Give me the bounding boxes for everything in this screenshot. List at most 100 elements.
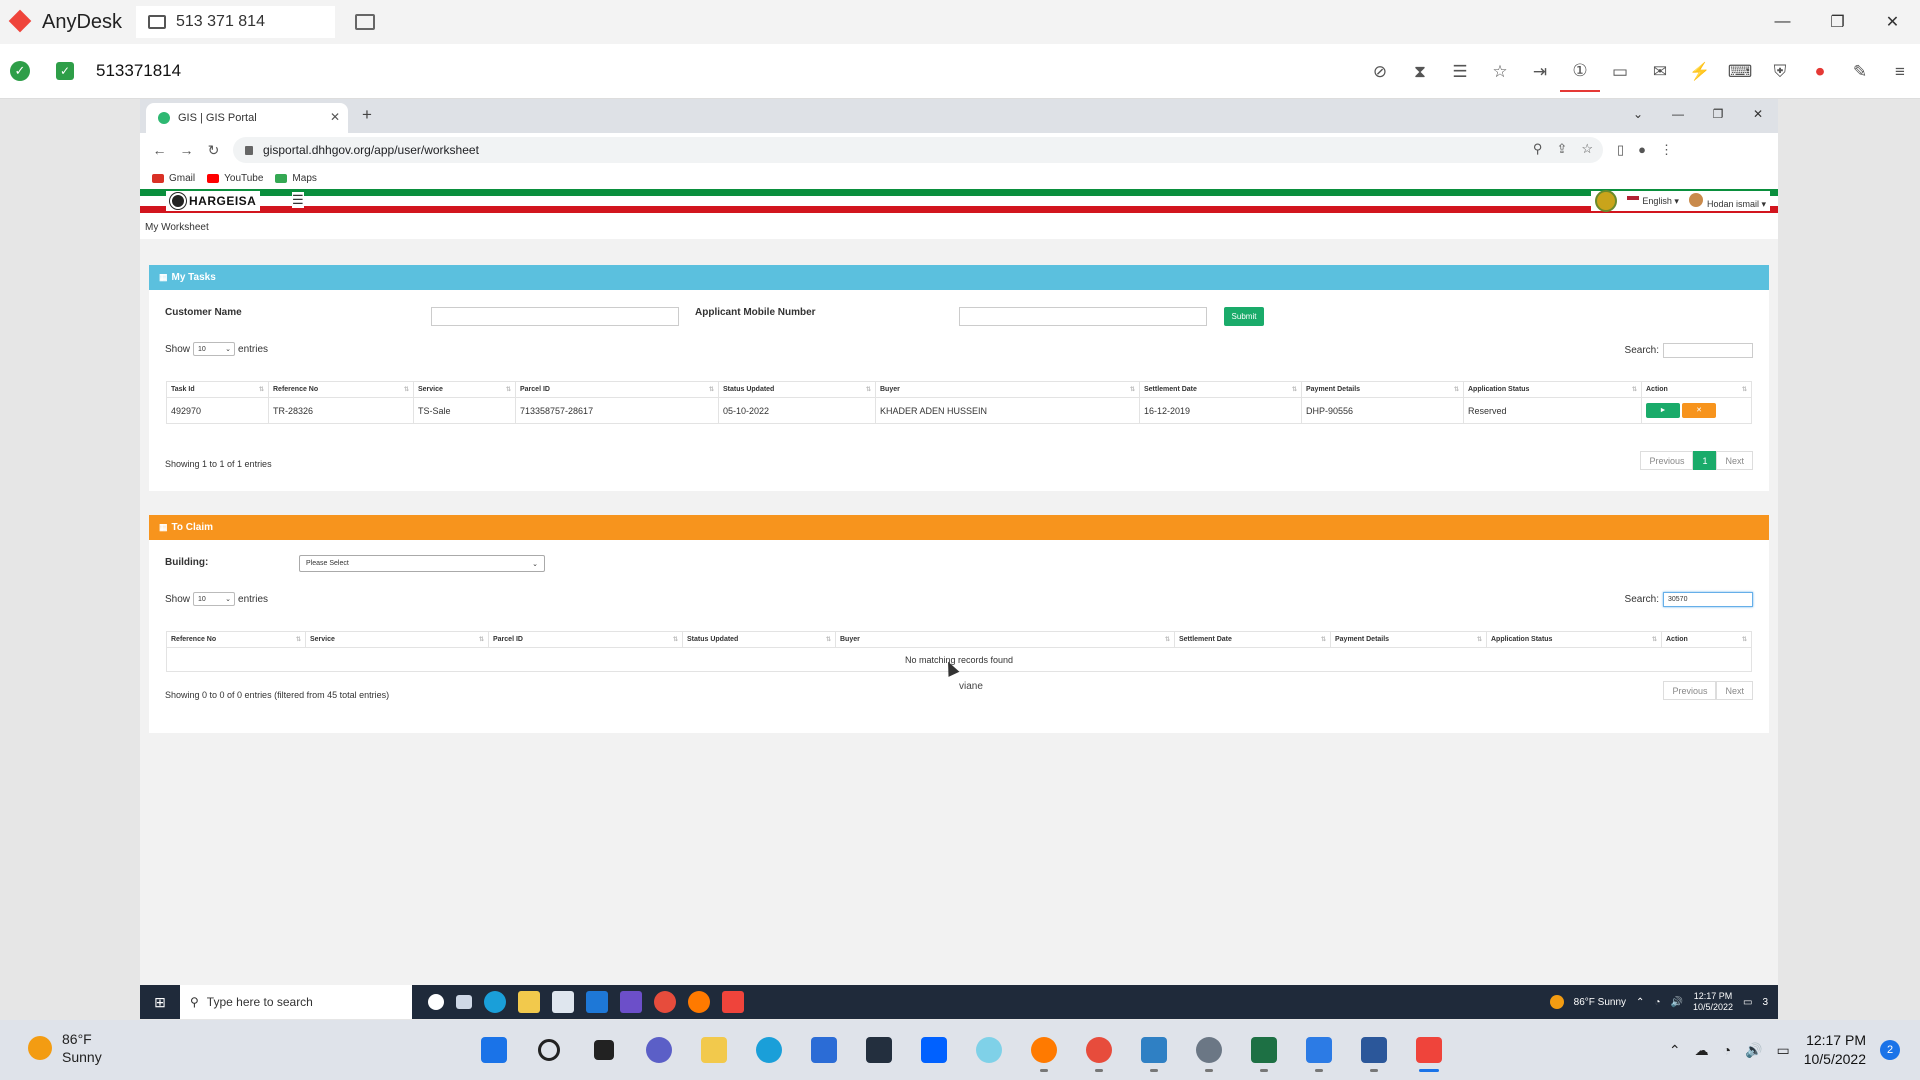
volume-icon[interactable]: 🔊 [1745, 1042, 1762, 1059]
notification-badge[interactable]: 2 [1880, 1040, 1900, 1060]
chrome-tab[interactable]: GIS | GIS Portal ✕ [146, 103, 348, 133]
chrome-minimize-button[interactable]: — [1658, 99, 1698, 129]
hourglass-icon[interactable]: ⧗ [1400, 52, 1440, 92]
address-bar[interactable]: gisportal.dhhgov.org/app/user/worksheet … [233, 137, 1603, 163]
page-size-select[interactable]: 10 ⌄ [193, 342, 236, 356]
network-icon[interactable]: ◔ [1654, 997, 1660, 1008]
page-1-button[interactable]: 1 [1693, 451, 1717, 470]
submit-button[interactable]: Submit [1224, 307, 1264, 326]
notepad-button[interactable] [1299, 1030, 1339, 1072]
zoom-icon[interactable]: ⚲ [1533, 141, 1543, 157]
column-header[interactable]: Settlement Date ⇅ [1174, 631, 1331, 648]
column-header[interactable]: Payment Details ⇅ [1330, 631, 1487, 648]
display-icon[interactable]: ▭ [1600, 52, 1640, 92]
column-header[interactable]: Settlement Date ⇅ [1139, 381, 1302, 398]
hamburger-menu-icon[interactable]: ☰ [292, 192, 304, 208]
gis-logo[interactable]: HARGEISA [166, 191, 261, 211]
tray-chevron-icon[interactable]: ⌃ [1669, 1042, 1681, 1059]
mobile-number-input[interactable] [959, 307, 1207, 326]
battery-icon[interactable]: ▭ [1776, 1042, 1789, 1059]
windows-start-icon[interactable]: ⊞ [140, 985, 180, 1019]
file-explorer-button[interactable] [694, 1030, 734, 1070]
taskbar-search[interactable]: ⚲ Type here to search [180, 985, 412, 1019]
app-icon[interactable] [620, 991, 642, 1013]
onedrive-icon[interactable]: ☁ [1695, 1042, 1709, 1059]
chat-icon[interactable]: ✉ [1640, 52, 1680, 92]
column-header[interactable]: Parcel ID ⇅ [488, 631, 683, 648]
edge-icon[interactable] [484, 991, 506, 1013]
back-icon[interactable]: ← [146, 137, 173, 164]
bookmark-maps[interactable]: Maps [275, 173, 317, 184]
remote-clock[interactable]: 12:17 PM 10/5/2022 [1693, 991, 1733, 1013]
language-selector[interactable]: English ▾ [1627, 195, 1679, 207]
remote-screen[interactable]: GIS | GIS Portal ✕ + ⌄ — ❐ ✕ ← → ↻ gispo… [140, 99, 1778, 1019]
wifi-icon[interactable]: ◔ [1723, 1042, 1731, 1058]
chrome-icon[interactable] [654, 991, 676, 1013]
clock[interactable]: 12:17 PM 10/5/2022 [1804, 1031, 1866, 1069]
forward-icon[interactable]: → [173, 137, 200, 164]
building-select[interactable]: Please Select ⌄ [299, 555, 545, 572]
bookmark-gmail[interactable]: Gmail [152, 173, 195, 184]
mail-icon[interactable] [586, 991, 608, 1013]
tab-search-icon[interactable]: ⌄ [1618, 99, 1658, 129]
bookmark-star-icon[interactable]: ☆ [1581, 141, 1593, 157]
weather-widget[interactable]: 86°F Sunny [28, 1030, 102, 1066]
whiteboard-icon[interactable]: ✎ [1840, 52, 1880, 92]
process-button[interactable]: ► [1646, 403, 1680, 418]
new-session-icon[interactable] [355, 14, 375, 30]
task-view-button[interactable] [584, 1030, 624, 1070]
actions-icon[interactable]: ⚡ [1680, 52, 1720, 92]
photos-button[interactable] [1134, 1030, 1174, 1072]
permissions-icon[interactable]: ⛨ [1760, 52, 1800, 92]
volume-icon[interactable]: 🔊 [1670, 997, 1682, 1008]
next-page-button[interactable]: Next [1716, 681, 1753, 700]
word-button[interactable] [1354, 1030, 1394, 1072]
chrome-close-button[interactable]: ✕ [1738, 99, 1778, 129]
task-view-icon[interactable] [456, 995, 472, 1009]
edge-button[interactable] [749, 1030, 789, 1070]
notification-icon[interactable]: ▭ [1743, 997, 1752, 1008]
column-header[interactable]: Action ⇅ [1641, 381, 1752, 398]
store-button[interactable] [804, 1030, 844, 1070]
column-header[interactable]: Reference No ⇅ [166, 631, 306, 648]
excel-button[interactable] [1244, 1030, 1284, 1072]
anydesk-icon[interactable] [722, 991, 744, 1013]
previous-page-button[interactable]: Previous [1640, 451, 1694, 470]
next-page-button[interactable]: Next [1716, 451, 1753, 470]
close-button[interactable]: ✕ [1865, 0, 1920, 44]
new-tab-icon[interactable]: + [362, 105, 372, 125]
share-icon[interactable]: ⇪ [1556, 141, 1567, 157]
settings-button[interactable] [1189, 1030, 1229, 1072]
file-explorer-icon[interactable] [518, 991, 540, 1013]
search-input[interactable] [1663, 343, 1753, 358]
page-size-select[interactable]: 10 ⌄ [193, 592, 236, 606]
column-header[interactable]: Action ⇅ [1661, 631, 1752, 648]
search-button[interactable] [529, 1030, 569, 1070]
anydesk-taskbar-button[interactable] [1409, 1030, 1449, 1072]
column-header[interactable]: Buyer ⇅ [835, 631, 1175, 648]
column-header[interactable]: Task Id ⇅ [166, 381, 269, 398]
column-header[interactable]: Status Updated ⇅ [718, 381, 876, 398]
teams-chat-button[interactable] [639, 1030, 679, 1070]
column-header[interactable]: Application Status ⇅ [1486, 631, 1662, 648]
record-icon[interactable]: ⏺ [1800, 52, 1840, 92]
minimize-button[interactable]: — [1755, 0, 1810, 44]
anydesk-session-tab[interactable]: 513 371 814 [136, 6, 335, 38]
keyboard-icon[interactable]: ⌨ [1720, 52, 1760, 92]
bookmark-youtube[interactable]: YouTube [207, 173, 263, 184]
side-panel-icon[interactable]: ▯ [1617, 142, 1624, 158]
column-header[interactable]: Parcel ID ⇅ [515, 381, 719, 398]
column-header[interactable]: Service ⇅ [305, 631, 489, 648]
column-header[interactable]: Application Status ⇅ [1463, 381, 1642, 398]
column-header[interactable]: Buyer ⇅ [875, 381, 1140, 398]
tray-chevron-icon[interactable]: ⌃ [1636, 997, 1644, 1008]
privacy-icon[interactable]: ⊘ [1360, 52, 1400, 92]
store-icon[interactable] [552, 991, 574, 1013]
restore-button[interactable]: ❐ [1810, 0, 1865, 44]
tab-close-icon[interactable]: ✕ [330, 110, 340, 124]
database-icon[interactable]: ☰ [1440, 52, 1480, 92]
column-header[interactable]: Payment Details ⇅ [1301, 381, 1464, 398]
firefox-button[interactable] [1024, 1030, 1064, 1072]
monitor-select-icon[interactable]: ① [1560, 52, 1600, 92]
search-input[interactable]: 30570 [1663, 592, 1753, 607]
